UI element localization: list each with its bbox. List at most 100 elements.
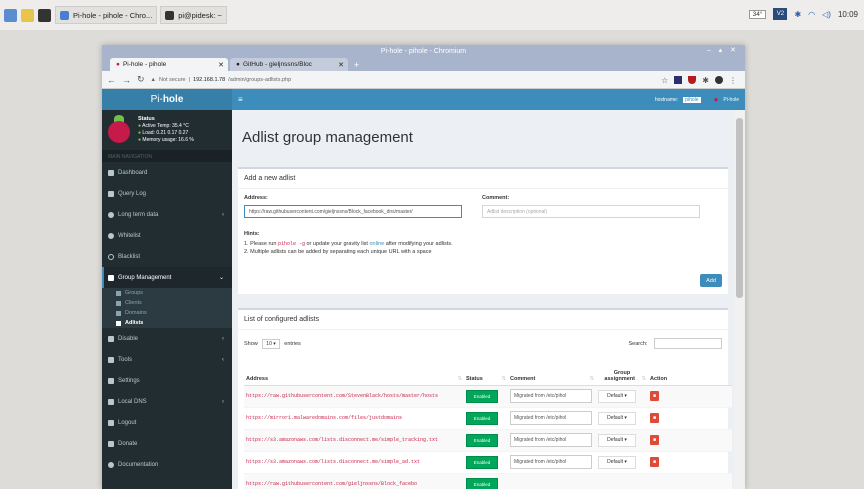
profile-icon[interactable] bbox=[715, 75, 723, 84]
status-toggle[interactable]: Enabled bbox=[466, 411, 498, 425]
hamburger-menu-icon[interactable]: ≡ bbox=[238, 95, 243, 104]
nav-domains[interactable]: Domains bbox=[102, 308, 232, 318]
window-controls[interactable]: ‒ ▴ ✕ bbox=[707, 46, 739, 54]
nav-tools[interactable]: Tools ‹ bbox=[102, 349, 232, 370]
nav-donate[interactable]: Donate bbox=[102, 433, 232, 454]
status-toggle[interactable]: Enabled bbox=[466, 455, 498, 469]
nav-query-log[interactable]: Query Log bbox=[102, 183, 232, 204]
adlist-url: https://raw.githubusercontent.com/gieljn… bbox=[246, 480, 418, 487]
shield-icon bbox=[116, 320, 121, 326]
menu-dots-icon[interactable]: ⋮ bbox=[729, 76, 737, 85]
extension-icon[interactable] bbox=[674, 75, 683, 84]
nav-logout[interactable]: Logout bbox=[102, 412, 232, 433]
cpu-temp-indicator[interactable]: 34° bbox=[748, 9, 767, 19]
trash-icon[interactable]: ■ bbox=[650, 457, 659, 467]
raspberry-menu-icon[interactable] bbox=[4, 8, 17, 22]
col-label: Group assignment bbox=[604, 369, 635, 382]
status-line-memory: ● Memory usage: 16.6 % bbox=[138, 137, 194, 143]
tab-github[interactable]: ● GitHub - gieljnssns/Bloc ✕ bbox=[230, 58, 348, 71]
nav-label: Clients bbox=[125, 300, 142, 306]
clock[interactable]: 10:09 bbox=[838, 10, 858, 19]
group-select[interactable]: Default ▾ bbox=[598, 389, 636, 403]
url-field[interactable]: ▲ Not secure | 192.168.1.78 /admin/group… bbox=[151, 77, 656, 83]
nav-disable[interactable]: Disable ‹ bbox=[102, 328, 232, 349]
comment-field[interactable]: Migrated from /etc/pihol bbox=[510, 433, 592, 447]
col-address[interactable]: Address ⇅ bbox=[244, 357, 464, 386]
adlists-box: List of configured adlists Show 10 ▾ ent… bbox=[238, 308, 732, 489]
folder-icon[interactable] bbox=[21, 8, 34, 22]
scrollbar-thumb[interactable] bbox=[736, 118, 743, 298]
entries-label: entries bbox=[284, 340, 301, 347]
top-navbar: ≡ hostname: pihole ● Pi-hole bbox=[232, 89, 745, 110]
page-scrollbar[interactable] bbox=[734, 110, 745, 489]
hostname-value: pihole bbox=[683, 96, 701, 103]
group-select[interactable]: Default ▾ bbox=[598, 411, 636, 425]
nav-label: Long term data bbox=[118, 211, 159, 218]
add-button[interactable]: Add bbox=[700, 274, 722, 287]
taskbar-task-terminal[interactable]: pi@pidesk: ~ bbox=[160, 6, 227, 24]
tab-pihole[interactable]: ● Pi-hole - pihole ✕ bbox=[110, 58, 228, 71]
address-input[interactable]: https://raw.githubusercontent.com/gieljn… bbox=[244, 205, 462, 218]
reload-icon[interactable]: ↻ bbox=[137, 74, 145, 85]
taskbar-task-chromium[interactable]: Pi-hole - pihole - Chro... bbox=[55, 6, 158, 24]
sort-icon: ⇅ bbox=[501, 375, 506, 382]
status-load: Load: 0.21 0.17 0.27 bbox=[142, 130, 189, 136]
puzzle-icon[interactable]: ✱ bbox=[702, 76, 709, 85]
nav-adlists[interactable]: Adlists bbox=[102, 318, 232, 328]
user-menu[interactable]: Pi-hole bbox=[723, 97, 739, 103]
nav-whitelist[interactable]: Whitelist bbox=[102, 225, 232, 246]
browser-window: Pi-hole - pihole - Chromium ‒ ▴ ✕ ● Pi-h… bbox=[102, 45, 745, 489]
col-group[interactable]: Group assignment ⇅ bbox=[596, 357, 648, 386]
status-toggle[interactable]: Enabled bbox=[466, 477, 498, 489]
comment-label: Comment: bbox=[482, 195, 510, 201]
trash-icon[interactable]: ■ bbox=[650, 435, 659, 445]
nav-clients[interactable]: Clients bbox=[102, 298, 232, 308]
shield-extension-icon[interactable] bbox=[688, 75, 697, 84]
warning-icon[interactable]: ▲ bbox=[151, 77, 156, 83]
group-select[interactable]: Default ▾ bbox=[598, 455, 636, 469]
nav-dashboard[interactable]: Dashboard bbox=[102, 162, 232, 183]
sidebar: Pi-hole Status ● Active Temp: 35.4 °C ● … bbox=[102, 89, 232, 489]
back-icon[interactable]: ← bbox=[107, 75, 116, 85]
entries-select[interactable]: 10 ▾ bbox=[262, 338, 280, 349]
trash-icon[interactable]: ■ bbox=[650, 391, 659, 401]
trash-icon[interactable]: ■ bbox=[650, 413, 659, 423]
col-status[interactable]: Status ⇅ bbox=[464, 357, 508, 386]
new-tab-button[interactable]: + bbox=[354, 60, 359, 70]
pihole-logo[interactable]: Pi-hole bbox=[102, 89, 232, 110]
col-comment[interactable]: Comment ⇅ bbox=[508, 357, 596, 386]
nav-documentation[interactable]: Documentation bbox=[102, 454, 232, 475]
terminal-icon[interactable] bbox=[38, 8, 51, 22]
nav-blacklist[interactable]: Blacklist bbox=[102, 246, 232, 267]
nav-long-term-data[interactable]: Long term data ‹ bbox=[102, 204, 232, 225]
volume-icon[interactable]: ◁) bbox=[822, 10, 831, 19]
bluetooth-icon[interactable]: ✱ bbox=[794, 10, 801, 19]
comment-field[interactable]: Migrated from /etc/pihol bbox=[510, 455, 592, 469]
forward-icon[interactable]: → bbox=[122, 75, 131, 85]
user-avatar-icon[interactable]: ● bbox=[714, 95, 719, 104]
close-tab-icon[interactable]: ✕ bbox=[218, 61, 224, 69]
comment-input[interactable]: Adlist description (optional) bbox=[482, 205, 700, 218]
vnc-icon[interactable]: V2 bbox=[773, 8, 788, 20]
comment-field[interactable]: Migrated from /etc/pihol bbox=[510, 389, 592, 403]
bookmark-star-icon[interactable]: ☆ bbox=[661, 76, 668, 85]
window-titlebar[interactable]: Pi-hole - pihole - Chromium ‒ ▴ ✕ bbox=[102, 45, 745, 57]
users-icon bbox=[108, 274, 114, 281]
nav-group-management[interactable]: Group Management ⌄ bbox=[102, 267, 232, 288]
close-tab-icon[interactable]: ✕ bbox=[338, 61, 344, 69]
page-viewport: Pi-hole Status ● Active Temp: 35.4 °C ● … bbox=[102, 89, 745, 489]
online-link[interactable]: online bbox=[369, 241, 384, 247]
col-label: Action bbox=[650, 375, 668, 382]
nav-groups[interactable]: Groups bbox=[102, 288, 232, 298]
nav-settings[interactable]: Settings bbox=[102, 370, 232, 391]
hints-title: Hints: bbox=[244, 231, 260, 237]
wifi-icon[interactable]: ◠ bbox=[808, 10, 815, 19]
status-toggle[interactable]: Enabled bbox=[466, 389, 498, 403]
group-select[interactable]: Default ▾ bbox=[598, 433, 636, 447]
nav-local-dns[interactable]: Local DNS ‹ bbox=[102, 391, 232, 412]
chromium-icon bbox=[60, 10, 69, 20]
status-toggle[interactable]: Enabled bbox=[466, 433, 498, 447]
search-input[interactable] bbox=[654, 338, 722, 349]
comment-field[interactable]: Migrated from /etc/pihol bbox=[510, 411, 592, 425]
pihole-favicon-icon: ● bbox=[116, 61, 120, 68]
